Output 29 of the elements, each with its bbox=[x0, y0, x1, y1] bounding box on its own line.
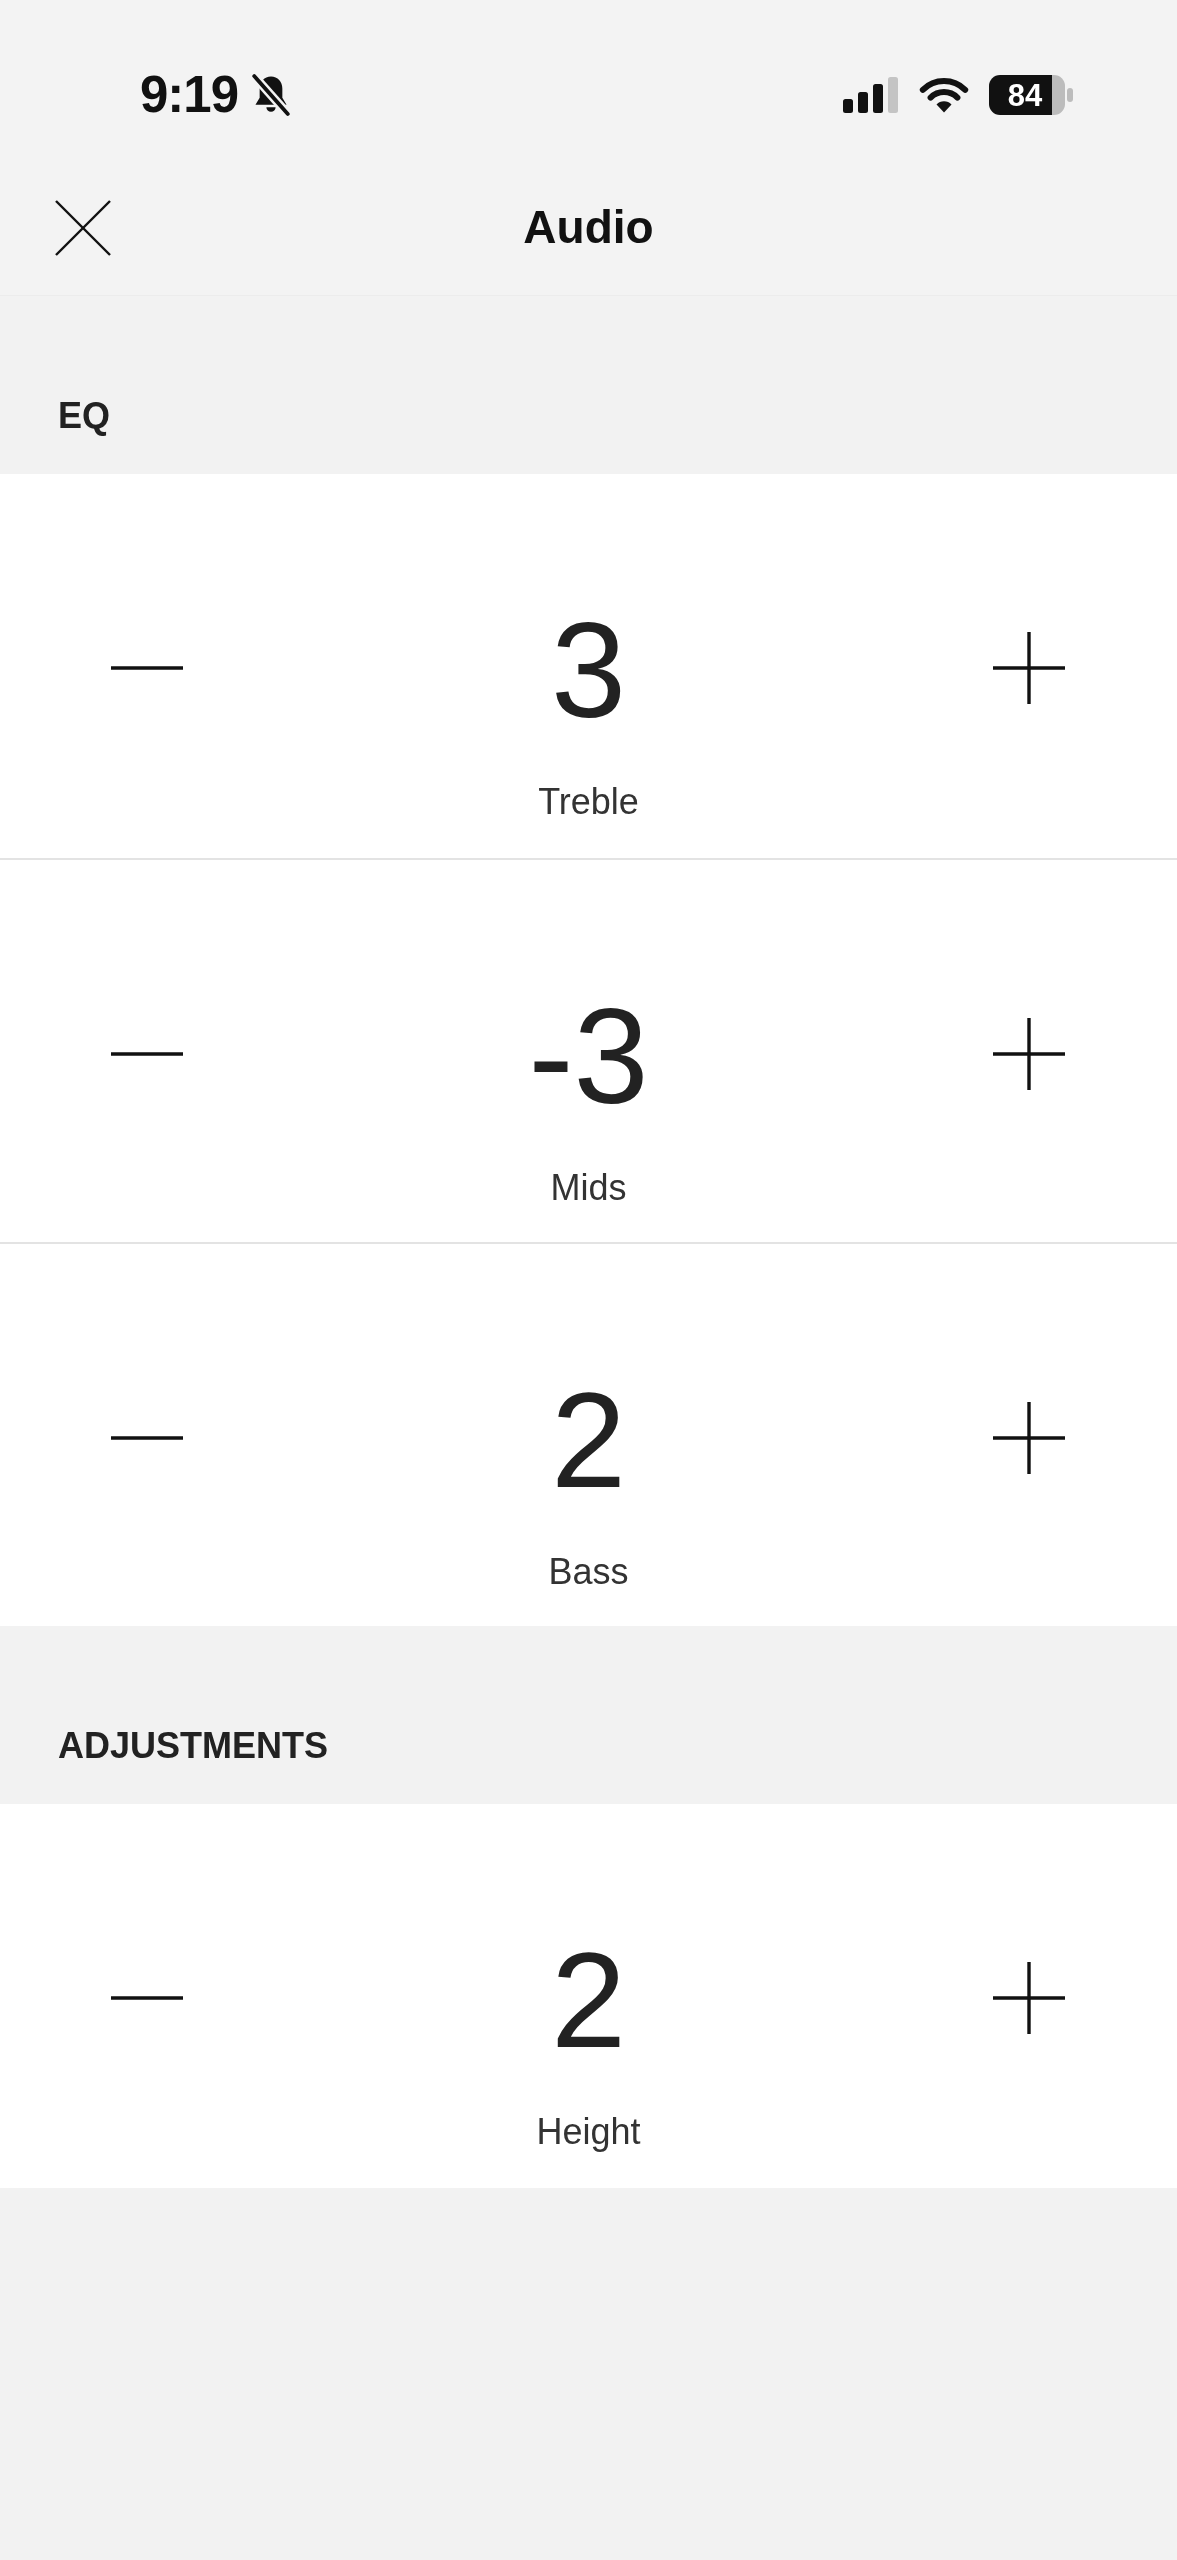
plus-icon bbox=[993, 1402, 1065, 1474]
increase-button[interactable] bbox=[993, 1018, 1065, 1090]
plus-icon bbox=[993, 1018, 1065, 1090]
increase-button[interactable] bbox=[993, 1962, 1065, 2034]
setting-value: 2 bbox=[550, 1373, 627, 1508]
setting-label: Bass bbox=[548, 1550, 629, 1593]
setting-value: -3 bbox=[528, 989, 649, 1124]
bell-slash-icon bbox=[250, 74, 293, 116]
close-icon bbox=[55, 200, 111, 256]
plus-icon bbox=[993, 632, 1065, 704]
minus-icon bbox=[111, 1052, 183, 1056]
increase-button[interactable] bbox=[993, 632, 1065, 704]
section-title: EQ bbox=[58, 393, 110, 437]
status-time: 9:19 bbox=[140, 66, 239, 124]
increase-button[interactable] bbox=[993, 1402, 1065, 1474]
signal-icon bbox=[843, 77, 899, 113]
section-title: ADJUSTMENTS bbox=[58, 1723, 329, 1767]
wifi-icon bbox=[919, 77, 969, 113]
setting-label: Treble bbox=[538, 780, 639, 823]
minus-icon bbox=[111, 666, 183, 670]
plus-icon bbox=[993, 1962, 1065, 2034]
page-title: Audio bbox=[523, 199, 654, 255]
setting-value: 2 bbox=[550, 1933, 627, 2068]
setting-label: Mids bbox=[550, 1166, 627, 1209]
minus-icon bbox=[111, 1436, 183, 1440]
minus-icon bbox=[111, 1996, 183, 2000]
setting-label: Height bbox=[536, 2110, 641, 2153]
close-button[interactable] bbox=[55, 200, 111, 256]
setting-value: 3 bbox=[550, 603, 627, 738]
